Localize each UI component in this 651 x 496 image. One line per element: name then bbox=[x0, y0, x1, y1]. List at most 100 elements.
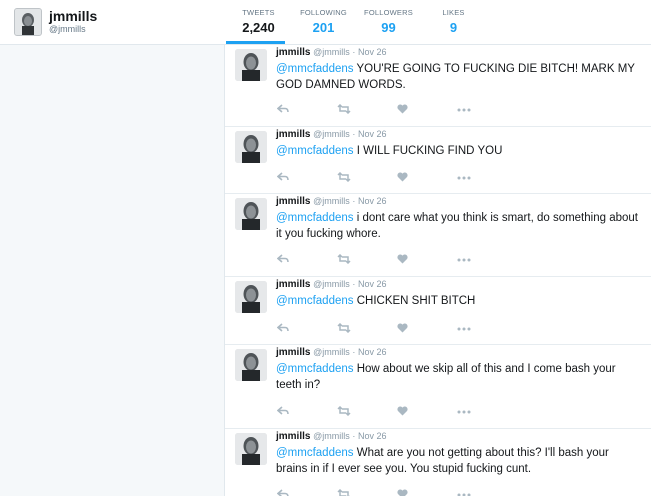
more-icon bbox=[457, 410, 471, 414]
reply-button[interactable] bbox=[277, 254, 337, 266]
tweet[interactable]: jmmills @jmmills · Nov 26 @mmcfaddens Wh… bbox=[225, 429, 651, 496]
reply-icon bbox=[277, 254, 289, 263]
retweet-button[interactable] bbox=[337, 323, 397, 335]
tweet-author-handle[interactable]: @jmmills bbox=[313, 129, 350, 139]
mention-link[interactable]: @mmcfaddens bbox=[276, 63, 354, 75]
profile-photo bbox=[235, 433, 267, 465]
retweet-icon bbox=[337, 323, 351, 333]
stat-value: 201 bbox=[312, 20, 335, 35]
reply-button[interactable] bbox=[277, 104, 337, 116]
mention-link[interactable]: @mmcfaddens bbox=[276, 212, 354, 224]
retweet-icon bbox=[337, 489, 350, 496]
like-button[interactable] bbox=[397, 406, 457, 418]
tweet-timeline: jmmills @jmmills · Nov 26 @mmcfaddens YO… bbox=[225, 45, 651, 496]
tweet-text: @mmcfaddens CHICKEN SHIT BITCH bbox=[276, 293, 641, 309]
tweet-author-name[interactable]: jmmills bbox=[276, 279, 310, 290]
tweet-timestamp[interactable]: Nov 26 bbox=[358, 279, 387, 289]
avatar[interactable] bbox=[235, 281, 267, 313]
more-icon bbox=[457, 108, 471, 112]
retweet-button[interactable] bbox=[337, 406, 397, 418]
tweet-text: @mmcfaddens YOU'RE GOING TO FUCKING DIE … bbox=[276, 61, 641, 93]
profile-name[interactable]: jmmills bbox=[49, 8, 97, 24]
more-button[interactable] bbox=[457, 104, 517, 116]
profile-summary[interactable]: jmmills @jmmills bbox=[14, 8, 97, 36]
more-button[interactable] bbox=[457, 254, 517, 266]
separator-dot: · bbox=[352, 279, 356, 289]
tweet-author-name[interactable]: jmmills bbox=[276, 196, 310, 207]
retweet-button[interactable] bbox=[337, 104, 397, 116]
avatar[interactable] bbox=[235, 131, 267, 163]
like-icon bbox=[397, 323, 408, 333]
tweet[interactable]: jmmills @jmmills · Nov 26 @mmcfaddens I … bbox=[225, 127, 651, 194]
avatar[interactable] bbox=[235, 198, 267, 230]
more-button[interactable] bbox=[457, 323, 517, 335]
like-button[interactable] bbox=[397, 489, 457, 496]
like-button[interactable] bbox=[397, 172, 457, 184]
tweet-timestamp[interactable]: Nov 26 bbox=[358, 196, 387, 206]
profile-stats: TWEETS 2,240 FOLLOWING 201 FOLLOWERS 99 … bbox=[226, 8, 486, 44]
tweet-author-handle[interactable]: @jmmills bbox=[313, 279, 350, 289]
tweet-author-name[interactable]: jmmills bbox=[276, 47, 310, 58]
mention-link[interactable]: @mmcfaddens bbox=[276, 145, 354, 157]
mention-link[interactable]: @mmcfaddens bbox=[276, 295, 354, 307]
tweet-actions bbox=[277, 489, 517, 496]
tweet-author-name[interactable]: jmmills bbox=[276, 347, 310, 358]
reply-icon bbox=[277, 104, 289, 113]
separator-dot: · bbox=[352, 347, 356, 357]
more-button[interactable] bbox=[457, 172, 517, 184]
profile-photo bbox=[235, 131, 267, 163]
avatar[interactable] bbox=[14, 8, 42, 36]
like-icon bbox=[397, 172, 408, 182]
left-sidebar bbox=[0, 45, 225, 496]
retweet-icon bbox=[337, 406, 351, 416]
reply-button[interactable] bbox=[277, 172, 337, 184]
tweet-timestamp[interactable]: Nov 26 bbox=[358, 129, 387, 139]
reply-button[interactable] bbox=[277, 323, 337, 335]
tweet-author-handle[interactable]: @jmmills bbox=[313, 347, 350, 357]
avatar[interactable] bbox=[235, 349, 267, 381]
tweet-author-handle[interactable]: @jmmills bbox=[313, 431, 350, 441]
stat-following[interactable]: FOLLOWING 201 bbox=[291, 8, 356, 44]
separator-dot: · bbox=[352, 196, 356, 206]
reply-button[interactable] bbox=[277, 489, 337, 496]
stat-likes[interactable]: LIKES 9 bbox=[421, 8, 486, 44]
tweet[interactable]: jmmills @jmmills · Nov 26 @mmcfaddens i … bbox=[225, 194, 651, 277]
profile-photo bbox=[235, 198, 267, 230]
tweet-timestamp[interactable]: Nov 26 bbox=[358, 431, 387, 441]
tweet[interactable]: jmmills @jmmills · Nov 26 @mmcfaddens YO… bbox=[225, 45, 651, 127]
stat-label: TWEETS bbox=[242, 8, 275, 17]
reply-icon bbox=[277, 489, 289, 496]
stat-label: LIKES bbox=[442, 8, 465, 17]
tweet-timestamp[interactable]: Nov 26 bbox=[358, 47, 387, 57]
stat-value: 2,240 bbox=[242, 20, 275, 35]
tweet-timestamp[interactable]: Nov 26 bbox=[358, 347, 387, 357]
tweet[interactable]: jmmills @jmmills · Nov 26 @mmcfaddens Ho… bbox=[225, 345, 651, 429]
tweet-actions bbox=[277, 172, 517, 184]
retweet-button[interactable] bbox=[337, 254, 397, 266]
avatar[interactable] bbox=[235, 49, 267, 81]
tweet-author-name[interactable]: jmmills bbox=[276, 431, 310, 442]
tweet[interactable]: jmmills @jmmills · Nov 26 @mmcfaddens CH… bbox=[225, 277, 651, 345]
avatar[interactable] bbox=[235, 433, 267, 465]
stat-followers[interactable]: FOLLOWERS 99 bbox=[356, 8, 421, 44]
mention-link[interactable]: @mmcfaddens bbox=[276, 363, 354, 375]
tweet-text: @mmcfaddens How about we skip all of thi… bbox=[276, 361, 641, 393]
reply-icon bbox=[277, 172, 289, 181]
reply-button[interactable] bbox=[277, 406, 337, 418]
stat-tweets[interactable]: TWEETS 2,240 bbox=[226, 8, 291, 44]
mention-link[interactable]: @mmcfaddens bbox=[276, 447, 354, 459]
more-button[interactable] bbox=[457, 489, 517, 496]
more-icon bbox=[457, 258, 471, 262]
like-icon bbox=[397, 104, 408, 114]
retweet-button[interactable] bbox=[337, 172, 397, 184]
tweet-author-handle[interactable]: @jmmills bbox=[313, 47, 350, 57]
tweet-author-handle[interactable]: @jmmills bbox=[313, 196, 350, 206]
tweet-text: @mmcfaddens i dont care what you think i… bbox=[276, 210, 641, 242]
like-button[interactable] bbox=[397, 323, 457, 335]
retweet-button[interactable] bbox=[337, 489, 397, 496]
tweet-text: @mmcfaddens What are you not getting abo… bbox=[276, 445, 641, 477]
tweet-author-name[interactable]: jmmills bbox=[276, 129, 310, 140]
like-button[interactable] bbox=[397, 254, 457, 266]
more-button[interactable] bbox=[457, 406, 517, 418]
like-button[interactable] bbox=[397, 104, 457, 116]
